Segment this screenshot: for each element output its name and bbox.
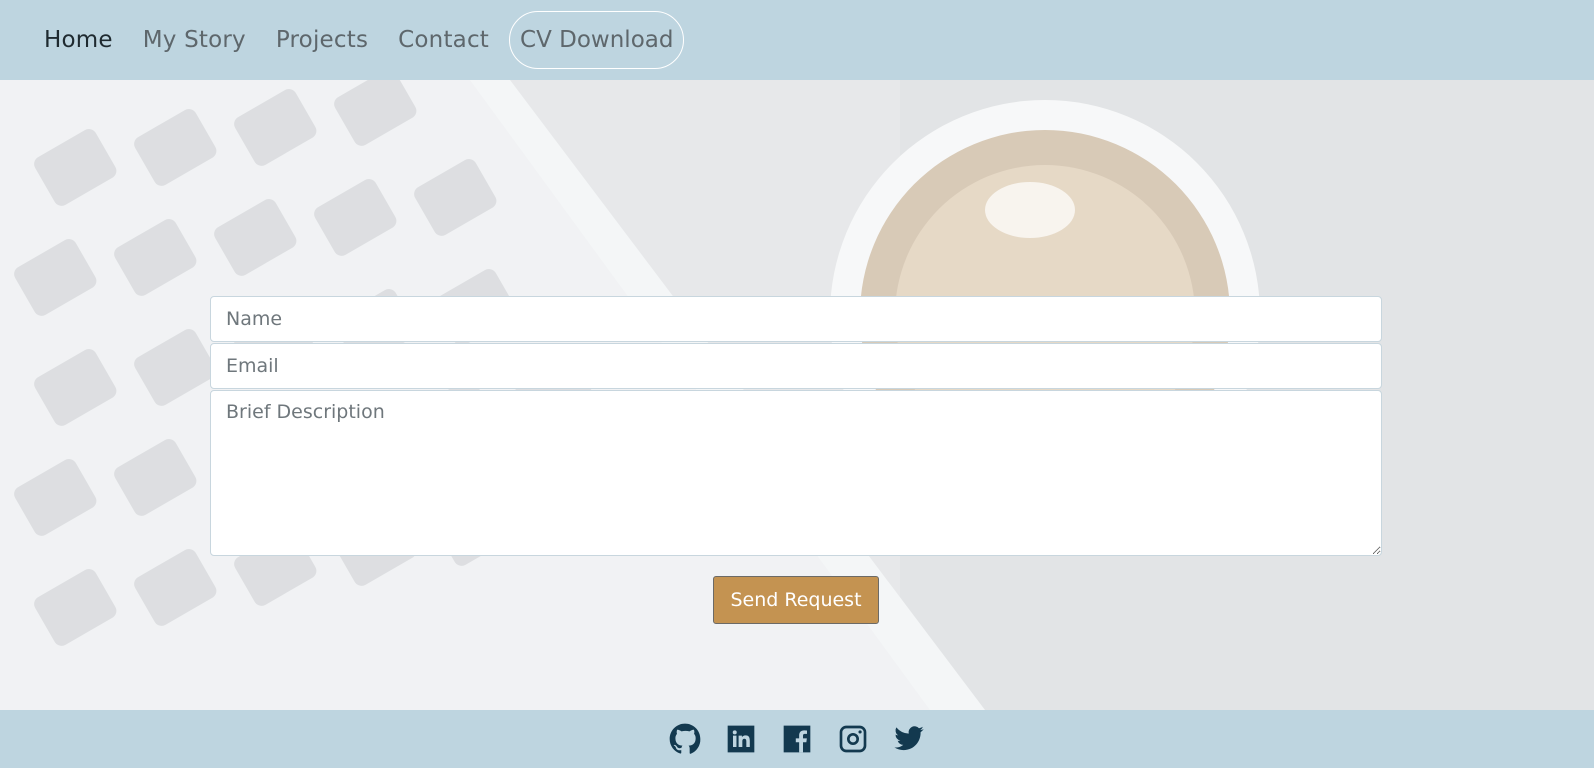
cv-download-button[interactable]: CV Download (509, 11, 685, 69)
nav-contact-link[interactable]: Contact (398, 27, 489, 53)
instagram-icon[interactable] (835, 721, 871, 757)
contact-form: Send Request (210, 296, 1382, 624)
facebook-icon[interactable] (779, 721, 815, 757)
nav-home-link[interactable]: Home (44, 27, 113, 53)
nav-my-story-link[interactable]: My Story (143, 27, 246, 53)
submit-row: Send Request (210, 576, 1382, 624)
nav-projects-link[interactable]: Projects (276, 27, 368, 53)
email-input[interactable] (210, 343, 1382, 389)
hero-background: Send Request (0, 80, 1594, 710)
description-textarea[interactable] (210, 390, 1382, 556)
send-request-button[interactable]: Send Request (713, 576, 879, 624)
github-icon[interactable] (667, 721, 703, 757)
name-input[interactable] (210, 296, 1382, 342)
top-navbar: Home My Story Projects Contact CV Downlo… (0, 0, 1594, 80)
linkedin-icon[interactable] (723, 721, 759, 757)
twitter-icon[interactable] (891, 721, 927, 757)
footer (0, 710, 1594, 768)
